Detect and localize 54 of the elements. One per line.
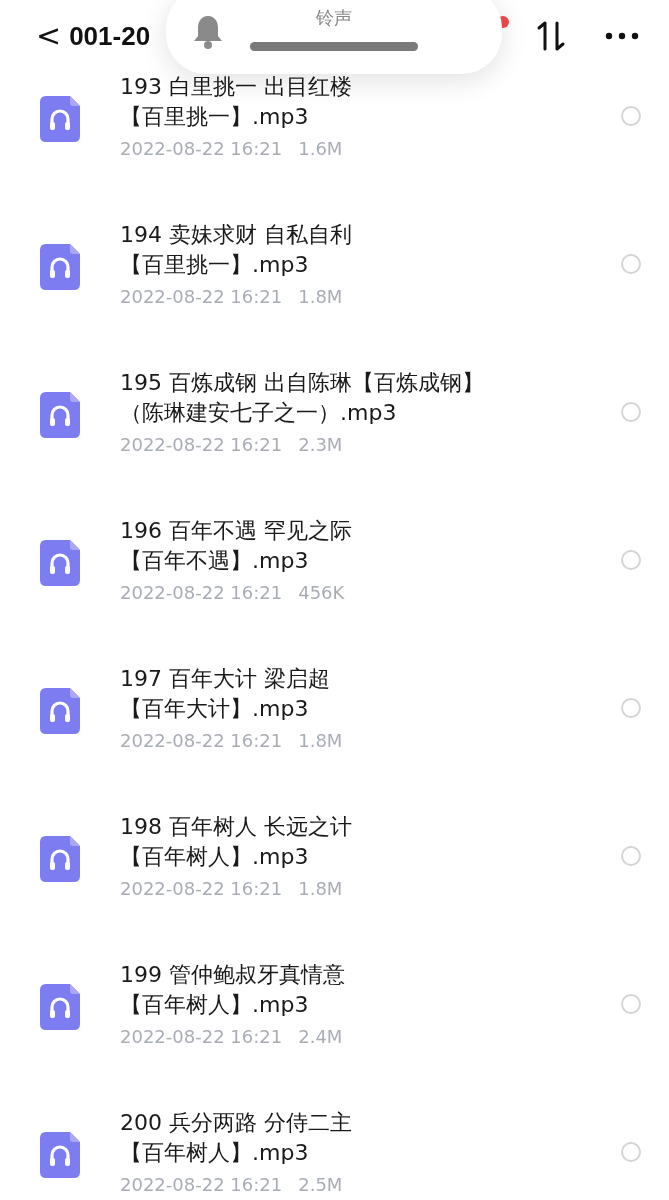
select-radio[interactable] [621,254,641,274]
file-name: 【百里挑一】.mp3 [120,103,310,131]
select-radio[interactable] [621,846,641,866]
file-date: 2022-08-22 16:21 [120,1173,283,1197]
file-name: 195 百炼成钢 出自陈琳【百炼成钢】 [120,369,485,397]
select-radio[interactable] [621,106,641,126]
file-name: 【百里挑一】.mp3 [120,251,310,279]
file-name: 【百年大计】.mp3 [120,695,310,723]
file-size: 1.8M [298,285,343,309]
audio-file-icon [40,244,80,290]
file-size: 1.6M [298,137,343,161]
file-name: 【百年树人】.mp3 [120,843,310,871]
file-name: 197 百年大计 梁启超 [120,665,331,693]
file-name: 200 兵分两路 分侍二主 [120,1109,353,1137]
file-date: 2022-08-22 16:21 [120,433,283,457]
select-radio[interactable] [621,402,641,422]
bell-icon [192,14,224,50]
select-radio[interactable] [621,1142,641,1162]
file-size: 456K [298,581,345,605]
file-name: 198 百年树人 长远之计 [120,813,353,841]
file-name: （陈琳建安七子之一）.mp3 [120,399,398,427]
back-button[interactable]: < [36,21,62,51]
more-icon[interactable] [605,32,639,40]
audio-file-icon [40,1132,80,1178]
ringtone-label: 铃声 [315,6,353,30]
file-size: 2.4M [298,1025,343,1049]
audio-file-icon [40,392,80,438]
file-name: 【百年树人】.mp3 [120,1139,310,1167]
file-name: 194 卖妹求财 自私自利 [120,221,353,249]
file-name: 【百年树人】.mp3 [120,991,310,1019]
audio-file-icon [40,688,80,734]
file-date: 2022-08-22 16:21 [120,1025,283,1049]
file-name: 196 百年不遇 罕见之际 [120,517,353,545]
file-size: 1.8M [298,877,343,901]
audio-file-icon [40,540,80,586]
file-date: 2022-08-22 16:21 [120,285,283,309]
file-date: 2022-08-22 16:21 [120,137,283,161]
audio-file-icon [40,96,80,142]
file-size: 1.8M [298,729,343,753]
file-date: 2022-08-22 16:21 [120,581,283,605]
file-date: 2022-08-22 16:21 [120,877,283,901]
select-radio[interactable] [621,698,641,718]
select-radio[interactable] [621,550,641,570]
folder-title: 001-20 [69,19,151,53]
audio-file-icon [40,984,80,1030]
file-name: 193 白里挑一 出目红楼 [120,73,353,101]
file-date: 2022-08-22 16:21 [120,729,283,753]
file-name: 【百年不遇】.mp3 [120,547,310,575]
file-name: 199 管仲鲍叔牙真情意 [120,961,346,989]
select-radio[interactable] [621,994,641,1014]
file-size: 2.3M [298,433,343,457]
file-size: 2.5M [298,1173,343,1197]
audio-file-icon [40,836,80,882]
volume-slider[interactable] [250,42,418,51]
